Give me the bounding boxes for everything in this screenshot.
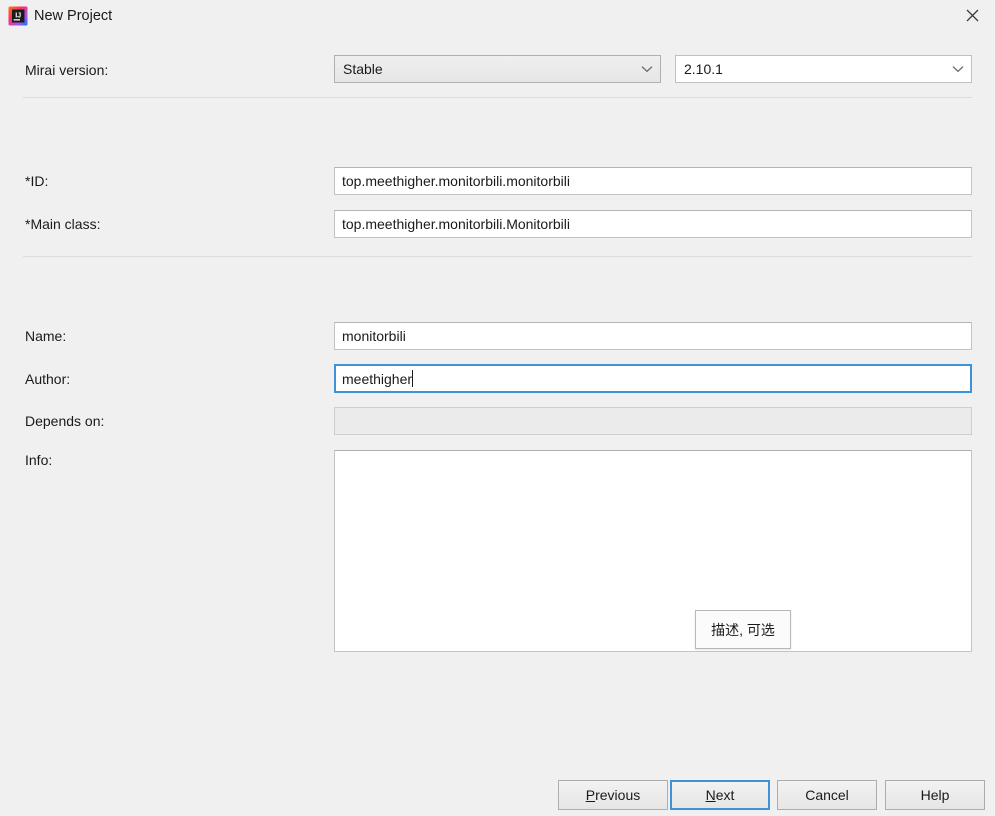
section-separator-2 — [23, 256, 972, 257]
text-caret — [412, 370, 414, 387]
info-tooltip-text: 描述, 可选 — [711, 621, 775, 638]
help-button-label: Help — [920, 787, 950, 803]
window-title: New Project — [34, 8, 113, 24]
id-input-value: top.meethigher.monitorbili.monitorbili — [342, 173, 570, 189]
author-input[interactable]: meethigher — [334, 364, 972, 393]
author-input-value: meethigher — [342, 370, 413, 387]
previous-button[interactable]: Previous — [558, 780, 668, 810]
name-label: Name: — [25, 328, 67, 344]
author-label: Author: — [25, 371, 71, 387]
svg-text:IJ: IJ — [15, 11, 21, 20]
mirai-version-value: 2.10.1 — [684, 61, 723, 77]
chevron-down-icon — [945, 65, 971, 73]
info-textarea[interactable] — [334, 450, 972, 652]
id-input[interactable]: top.meethigher.monitorbili.monitorbili — [334, 167, 972, 195]
close-icon[interactable] — [949, 0, 995, 30]
chevron-down-icon — [634, 65, 660, 73]
help-button[interactable]: Help — [885, 780, 985, 810]
intellij-idea-icon: IJ — [8, 6, 28, 26]
depends-on-input — [334, 407, 972, 435]
id-label: *ID: — [25, 173, 49, 189]
info-label: Info: — [25, 452, 53, 468]
main-class-input-value: top.meethigher.monitorbili.Monitorbili — [342, 216, 570, 232]
mirai-channel-combo[interactable]: Stable — [334, 55, 661, 83]
section-separator-1 — [23, 97, 972, 98]
next-button[interactable]: Next — [670, 780, 770, 810]
title-bar: IJ New Project — [0, 0, 995, 32]
main-class-label: *Main class: — [25, 216, 101, 232]
cancel-button[interactable]: Cancel — [777, 780, 877, 810]
info-tooltip: 描述, 可选 — [695, 610, 791, 649]
depends-on-label: Depends on: — [25, 413, 105, 429]
next-button-label: Next — [705, 787, 735, 803]
cancel-button-label: Cancel — [805, 787, 849, 803]
mirai-version-label: Mirai version: — [25, 62, 109, 78]
mirai-version-combo[interactable]: 2.10.1 — [675, 55, 972, 83]
previous-button-label: Previous — [585, 787, 641, 803]
mirai-channel-value: Stable — [343, 61, 383, 77]
name-input[interactable]: monitorbili — [334, 322, 972, 350]
main-class-input[interactable]: top.meethigher.monitorbili.Monitorbili — [334, 210, 972, 238]
name-input-value: monitorbili — [342, 328, 406, 344]
